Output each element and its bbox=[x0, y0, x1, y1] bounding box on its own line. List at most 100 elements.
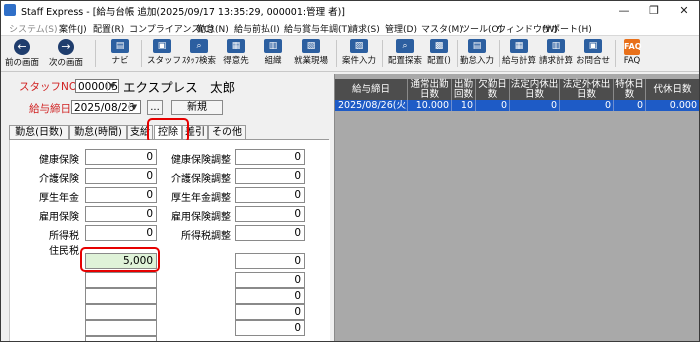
attendance-entry-icon: ▤ bbox=[468, 39, 486, 53]
billing-calc-button[interactable]: ▥ 請求計算 bbox=[538, 37, 574, 70]
staff-no-select[interactable]: 000005 ▼ bbox=[75, 79, 119, 93]
custom-adjust-field[interactable]: 0 bbox=[235, 288, 305, 304]
menu-placement[interactable]: 配置(R) bbox=[93, 22, 124, 35]
menu-payroll[interactable]: 給与賞与年調(T) bbox=[284, 22, 351, 35]
row-label: 雇用保険調整 bbox=[171, 212, 231, 223]
row-label: 介護保険 bbox=[39, 174, 79, 185]
placement-button[interactable]: ▩ 配置() bbox=[423, 37, 455, 70]
care-insurance-adjust-field[interactable]: 0 bbox=[235, 168, 305, 184]
employment-insurance-adjust-field[interactable]: 0 bbox=[235, 206, 305, 222]
job-entry-icon: ▨ bbox=[350, 39, 368, 53]
organization-button[interactable]: ▥ 組織 bbox=[259, 37, 287, 70]
table-row-cell[interactable]: 10 bbox=[452, 100, 476, 111]
navi-icon: ▤ bbox=[111, 39, 129, 53]
staff-name: エクスプレス 太郎 bbox=[123, 80, 236, 95]
organization-icon: ▥ bbox=[264, 39, 282, 53]
menu-admin[interactable]: 管理(D) bbox=[385, 22, 417, 35]
grid-header[interactable]: 通常出勤日数 bbox=[408, 79, 452, 100]
menu-job[interactable]: 案件(J) bbox=[59, 22, 87, 35]
menu-system[interactable]: システム(S) bbox=[9, 22, 57, 35]
faq-button[interactable]: FAQ FAQ bbox=[619, 37, 645, 70]
custom-adjust-field[interactable]: 0 bbox=[235, 320, 305, 336]
table-row-cell[interactable]: 10.000 bbox=[408, 100, 452, 111]
ellipsis-button[interactable]: ... bbox=[147, 100, 163, 115]
grid-header[interactable]: 出勤回数 bbox=[452, 79, 476, 100]
tab-other[interactable]: その他 bbox=[208, 125, 246, 139]
menu-billing[interactable]: 請求(S) bbox=[349, 22, 380, 35]
table-row-cell[interactable]: 0 bbox=[560, 100, 614, 111]
tab-attendance-days[interactable]: 勤怠(日数) bbox=[9, 125, 69, 139]
grid-header[interactable]: 給与締日 bbox=[335, 79, 408, 100]
menu-support[interactable]: サポート(H) bbox=[542, 22, 592, 35]
row-label: 健康保険 bbox=[39, 155, 79, 166]
navi-button[interactable]: ▤ ナビ bbox=[105, 37, 135, 70]
pension-field[interactable]: 0 bbox=[85, 187, 157, 203]
placement-icon: ▩ bbox=[430, 39, 448, 53]
job-entry-button[interactable]: ▨ 案件入力 bbox=[341, 37, 377, 70]
grid-header[interactable]: 法定外休出日数 bbox=[560, 79, 614, 100]
payroll-calc-button[interactable]: ▦ 給与計算 bbox=[501, 37, 537, 70]
custom-deduction-field[interactable] bbox=[85, 336, 157, 341]
staff-icon: ▣ bbox=[153, 39, 171, 53]
care-insurance-field[interactable]: 0 bbox=[85, 168, 157, 184]
custom-deduction-field[interactable] bbox=[85, 272, 157, 288]
menu-attendance[interactable]: 勤怠(N) bbox=[197, 22, 229, 35]
row-label: 厚生年金 bbox=[39, 193, 79, 204]
row-label: 雇用保険 bbox=[39, 212, 79, 223]
minimize-button[interactable]: — bbox=[609, 1, 639, 20]
payday-label: 給与締日 bbox=[29, 103, 71, 115]
employment-insurance-field[interactable]: 0 bbox=[85, 206, 157, 222]
menu-tools[interactable]: ツール(O) bbox=[461, 22, 502, 35]
custom-deduction-field[interactable] bbox=[85, 288, 157, 304]
forward-icon: → bbox=[58, 39, 74, 55]
health-insurance-field[interactable]: 0 bbox=[85, 149, 157, 165]
forward-button[interactable]: → 次の画面 bbox=[49, 37, 83, 70]
custom-adjust-field[interactable]: 0 bbox=[235, 253, 305, 269]
table-row-cell[interactable]: 0 bbox=[614, 100, 646, 111]
inquiry-button[interactable]: ▣ お問合せ bbox=[575, 37, 611, 70]
new-button[interactable]: 新規 bbox=[171, 100, 223, 115]
title-bar: Staff Express - [給与台帳 追加(2025/09/17 13:3… bbox=[1, 1, 699, 21]
client-button[interactable]: ▦ 得意先 bbox=[221, 37, 251, 70]
table-row-cell[interactable]: 0 bbox=[510, 100, 560, 111]
payroll-grid: 給与締日 通常出勤日数 出勤回数 欠勤日数 法定内休出日数 法定外休出日数 特休… bbox=[334, 74, 699, 341]
income-tax-adjust-field[interactable]: 0 bbox=[235, 225, 305, 241]
workplace-button[interactable]: ▧ 就業現場 bbox=[291, 37, 331, 70]
custom-adjust-field[interactable]: 0 bbox=[235, 272, 305, 288]
back-button[interactable]: ← 前の画面 bbox=[5, 37, 39, 70]
grid-header[interactable]: 特休日数 bbox=[614, 79, 646, 100]
placement-search-icon: ⌕ bbox=[396, 39, 414, 53]
staff-button[interactable]: ▣ スタッフ bbox=[147, 37, 181, 70]
table-row-cell[interactable]: 0.000 bbox=[646, 100, 699, 111]
grid-header[interactable]: 代休日数 bbox=[646, 79, 699, 100]
tab-attendance-hours[interactable]: 勤怠(時間) bbox=[69, 125, 127, 139]
placement-search-button[interactable]: ⌕ 配置探索 bbox=[386, 37, 424, 70]
payday-select[interactable]: 2025/08/26 ▼ bbox=[71, 100, 141, 114]
menu-master[interactable]: マスタ(M) bbox=[421, 22, 463, 35]
faq-icon: FAQ bbox=[624, 39, 642, 55]
workplace-icon: ▧ bbox=[302, 39, 320, 53]
row-label: 健康保険調整 bbox=[171, 155, 231, 166]
custom-adjust-field[interactable]: 0 bbox=[235, 304, 305, 320]
staff-search-icon: ⌕ bbox=[190, 39, 208, 53]
restore-button[interactable]: ❐ bbox=[639, 1, 669, 20]
attendance-entry-button[interactable]: ▤ 勤怠入力 bbox=[459, 37, 495, 70]
staff-no-label: スタッフNO bbox=[19, 81, 78, 93]
back-icon: ← bbox=[14, 39, 30, 55]
client-icon: ▦ bbox=[227, 39, 245, 53]
row-label: 厚生年金調整 bbox=[171, 193, 231, 204]
table-row-cell[interactable]: 2025/08/26(火) bbox=[335, 100, 408, 111]
chevron-down-icon: ▼ bbox=[107, 81, 117, 91]
grid-header[interactable]: 欠勤日数 bbox=[476, 79, 510, 100]
pension-adjust-field[interactable]: 0 bbox=[235, 187, 305, 203]
income-tax-field[interactable]: 0 bbox=[85, 225, 157, 241]
table-row-cell[interactable]: 0 bbox=[476, 100, 510, 111]
close-button[interactable]: ✕ bbox=[669, 1, 699, 20]
billing-calc-icon: ▥ bbox=[547, 39, 565, 53]
custom-deduction-field[interactable] bbox=[85, 304, 157, 320]
staff-search-button[interactable]: ⌕ ｽﾀｯﾌ検索 bbox=[179, 37, 219, 70]
grid-header[interactable]: 法定内休出日数 bbox=[510, 79, 560, 100]
health-insurance-adjust-field[interactable]: 0 bbox=[235, 149, 305, 165]
custom-deduction-field[interactable] bbox=[85, 320, 157, 336]
menu-advance-pay[interactable]: 給与前払(I) bbox=[234, 22, 280, 35]
